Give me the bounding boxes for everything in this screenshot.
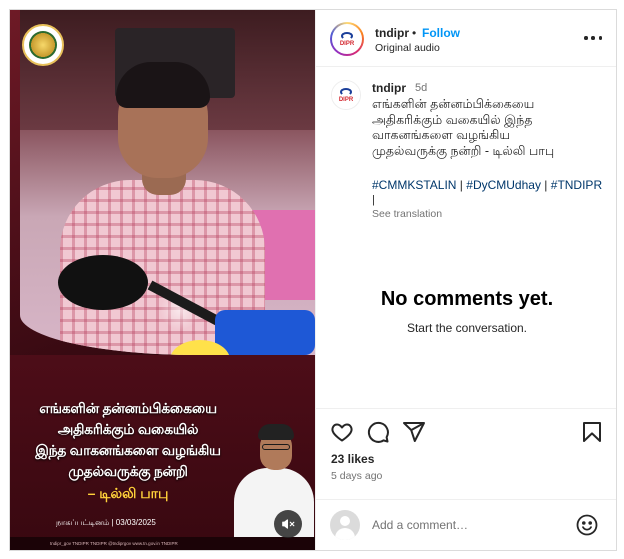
emoji-icon bbox=[576, 514, 598, 536]
post-header: DIPR tndipr • Follow Original audio bbox=[316, 10, 616, 67]
save-button[interactable] bbox=[580, 420, 604, 444]
media-caption-line: முதல்வருக்கு நன்றி bbox=[68, 463, 188, 479]
caption-username[interactable]: tndipr bbox=[372, 81, 406, 95]
caption-author-avatar[interactable]: DIPR bbox=[331, 80, 361, 110]
post-timestamp[interactable]: 5d bbox=[415, 82, 427, 94]
no-comments-title: No comments yet. bbox=[380, 288, 554, 310]
media-caption-line: அதிகரிக்கும் வகையில் bbox=[57, 421, 199, 437]
comment-button[interactable] bbox=[366, 420, 390, 444]
media-caption-name: – டில்லி பாபு bbox=[87, 485, 169, 501]
caption-line: வாகனங்களை வழங்கிய bbox=[372, 128, 511, 142]
comment-icon bbox=[367, 421, 389, 443]
caption-trailing-bar: | bbox=[372, 194, 375, 206]
more-options-button[interactable] bbox=[584, 36, 602, 42]
hashtag-separator: | bbox=[456, 178, 467, 192]
separator-dot: • bbox=[412, 26, 417, 40]
chief-minister-photo bbox=[232, 410, 314, 538]
video-frame-photo bbox=[20, 10, 315, 355]
mute-icon bbox=[282, 519, 295, 529]
author-avatar[interactable]: DIPR bbox=[330, 22, 364, 56]
post-date[interactable]: 5 days ago bbox=[331, 470, 382, 482]
likes-count[interactable]: 23 likes bbox=[331, 452, 374, 466]
hashtag-link[interactable]: #DyCMUdhay bbox=[466, 178, 541, 192]
media-social-strip: tndipr_gov TNDIPR TNDIPR @tndiprgov www.… bbox=[10, 537, 315, 550]
hashtag-link[interactable]: #TNDIPR bbox=[551, 178, 602, 192]
post-side-panel: DIPR tndipr • Follow Original audio DIPR… bbox=[315, 10, 616, 550]
media-caption-line: இந்த வாகனங்களை வழங்கிய bbox=[35, 442, 221, 458]
hashtag-list: #CMMKSTALIN | #DyCMUdhay | #TNDIPR bbox=[372, 178, 614, 192]
bookmark-icon bbox=[583, 422, 601, 442]
follow-button[interactable]: Follow bbox=[422, 26, 460, 40]
hashtag-link[interactable]: #CMMKSTALIN bbox=[372, 178, 456, 192]
comment-input[interactable] bbox=[372, 516, 562, 534]
audio-label[interactable]: Original audio bbox=[375, 42, 440, 54]
more-icon bbox=[584, 36, 588, 40]
post-actions: 23 likes 5 days ago bbox=[316, 408, 616, 488]
hashtag-separator: | bbox=[540, 178, 551, 192]
tamil-nadu-emblem-logo bbox=[22, 24, 64, 66]
like-button[interactable] bbox=[330, 420, 354, 444]
no-comments-subtitle: Start the conversation. bbox=[406, 321, 528, 335]
media-caption: எங்களின் தன்னம்பிக்கையை அதிகரிக்கும் வகை… bbox=[28, 398, 228, 504]
emoji-button[interactable] bbox=[575, 513, 599, 537]
media-place-date: நாகப்பட்டினம் | 03/03/2025 bbox=[56, 518, 156, 527]
caption-line: அதிகரிக்கும் வகையில் இந்த bbox=[372, 112, 533, 127]
mute-button[interactable] bbox=[274, 510, 302, 538]
post-caption: எங்களின் தன்னம்பிக்கையை அதிகரிக்கும் வகை… bbox=[372, 97, 612, 159]
post-media-video[interactable]: எங்களின் தன்னம்பிக்கையை அதிகரிக்கும் வகை… bbox=[10, 10, 315, 550]
heart-icon bbox=[331, 423, 353, 442]
caption-line: எங்களின் தன்னம்பிக்கையை bbox=[372, 97, 535, 111]
post-dialog: எங்களின் தன்னம்பிக்கையை அதிகரிக்கும் வகை… bbox=[9, 9, 617, 551]
media-caption-line: எங்களின் தன்னம்பிக்கையை bbox=[39, 400, 217, 416]
caption-line: முதல்வருக்கு நன்றி - டில்லி பாபு bbox=[372, 143, 555, 158]
share-icon bbox=[403, 422, 425, 442]
current-user-avatar bbox=[330, 510, 360, 540]
add-comment-bar bbox=[316, 499, 616, 550]
share-button[interactable] bbox=[402, 420, 426, 444]
see-translation-link[interactable]: See translation bbox=[372, 208, 442, 220]
author-username[interactable]: tndipr bbox=[375, 26, 409, 40]
